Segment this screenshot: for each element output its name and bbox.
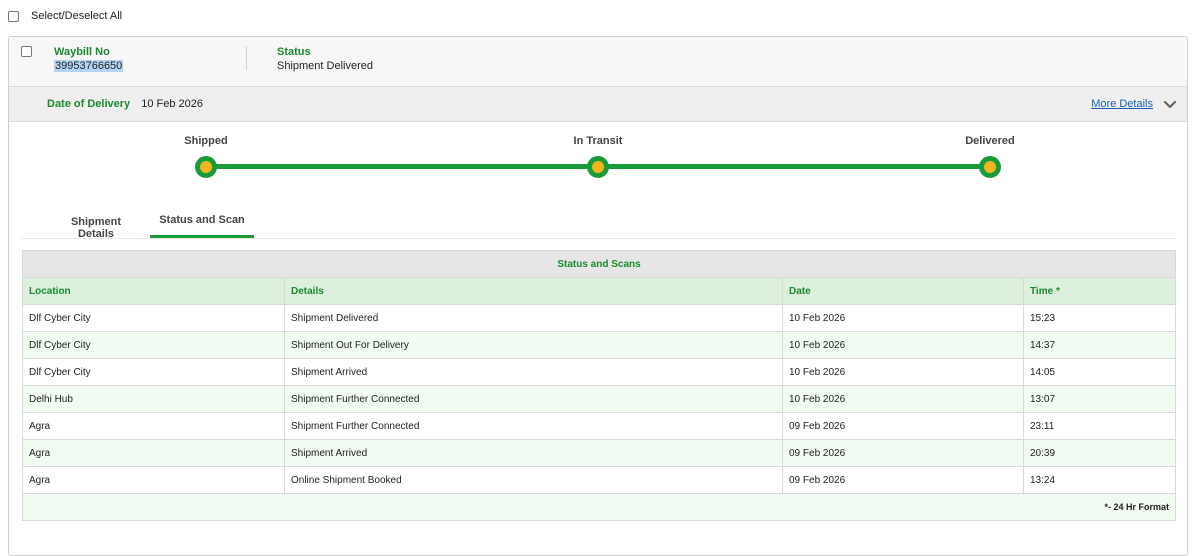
stage-in-transit: In Transit — [538, 135, 658, 178]
date-of-delivery-label: Date of Delivery — [47, 98, 131, 110]
cell-details: Shipment Further Connected — [284, 385, 783, 413]
table-row: Delhi Hub Shipment Further Connected 10 … — [22, 385, 1176, 413]
stage-dot — [195, 156, 217, 178]
cell-location: Dlf Cyber City — [22, 331, 285, 359]
chevron-down-icon[interactable] — [1163, 97, 1177, 111]
cell-time: 13:24 — [1023, 466, 1176, 494]
cell-date: 09 Feb 2026 — [782, 439, 1024, 467]
cell-location: Agra — [22, 412, 285, 440]
stage-shipped: Shipped — [146, 135, 266, 178]
column-header: Details — [284, 277, 783, 305]
cell-date: 10 Feb 2026 — [782, 358, 1024, 386]
cell-details: Shipment Further Connected — [284, 412, 783, 440]
waybill-label: Waybill No — [54, 46, 110, 58]
cell-location: Delhi Hub — [22, 385, 285, 413]
status-label: Status — [277, 46, 311, 58]
status-block: Status Shipment Delivered — [277, 46, 373, 72]
table-row: Dlf Cyber City Shipment Arrived 10 Feb 2… — [22, 358, 1176, 386]
cell-time: 15:23 — [1023, 304, 1176, 332]
cell-time: 23:11 — [1023, 412, 1176, 440]
delivery-bar: Date of Delivery 10 Feb 2026 More Detail… — [9, 86, 1187, 122]
stage-dot — [587, 156, 609, 178]
cell-location: Dlf Cyber City — [22, 304, 285, 332]
cell-details: Shipment Arrived — [284, 439, 783, 467]
table-row: Agra Online Shipment Booked 09 Feb 2026 … — [22, 466, 1176, 494]
cell-time: 20:39 — [1023, 439, 1176, 467]
cell-time: 14:37 — [1023, 331, 1176, 359]
cell-time: 14:05 — [1023, 358, 1176, 386]
column-header: Location — [22, 277, 285, 305]
cell-details: Shipment Delivered — [284, 304, 783, 332]
stage-label: Delivered — [965, 135, 1015, 147]
shipment-checkbox[interactable] — [21, 46, 32, 57]
select-all-checkbox[interactable] — [8, 10, 19, 22]
cell-details: Shipment Arrived — [284, 358, 783, 386]
shipment-card-header: Waybill No 39953766650 Status Shipment D… — [9, 37, 1187, 86]
stage-dot — [979, 156, 1001, 178]
cell-details: Shipment Out For Delivery — [284, 331, 783, 359]
cell-date: 09 Feb 2026 — [782, 412, 1024, 440]
tab-shipment-details[interactable]: Shipment Details — [52, 202, 140, 240]
progress-tracker: Shipped In Transit Delivered — [9, 123, 1187, 203]
more-details-link[interactable]: More Details — [1091, 98, 1153, 110]
shipment-card: Waybill No 39953766650 Status Shipment D… — [8, 36, 1188, 556]
column-header: Date — [782, 277, 1024, 305]
header-divider — [246, 46, 247, 70]
cell-location: Dlf Cyber City — [22, 358, 285, 386]
cell-time: 13:07 — [1023, 385, 1176, 413]
column-header: Time * — [1023, 277, 1176, 305]
table-row: Dlf Cyber City Shipment Delivered 10 Feb… — [22, 304, 1176, 332]
status-scans-table: Status and Scans Location Details Date T… — [22, 250, 1176, 521]
cell-date: 10 Feb 2026 — [782, 331, 1024, 359]
table-caption: Status and Scans — [22, 250, 1176, 278]
stage-label: In Transit — [573, 135, 623, 147]
date-of-delivery: Date of Delivery 10 Feb 2026 — [47, 98, 203, 110]
stage-label: Shipped — [184, 135, 228, 147]
tab-bar: Shipment Details Status and Scan — [22, 202, 1176, 240]
cell-date: 10 Feb 2026 — [782, 304, 1024, 332]
stage-delivered: Delivered — [930, 135, 1050, 178]
table-row: Agra Shipment Arrived 09 Feb 2026 20:39 — [22, 439, 1176, 467]
status-value: Shipment Delivered — [277, 60, 373, 72]
date-of-delivery-value: 10 Feb 2026 — [141, 98, 203, 110]
cell-date: 10 Feb 2026 — [782, 385, 1024, 413]
tab-status-and-scan[interactable]: Status and Scan — [150, 202, 254, 238]
cell-location: Agra — [22, 466, 285, 494]
cell-date: 09 Feb 2026 — [782, 466, 1024, 494]
time-format-footnote: *- 24 Hr Format — [22, 493, 1176, 521]
waybill-number[interactable]: 39953766650 — [54, 60, 124, 72]
select-all-label: Select/Deselect All — [31, 10, 123, 22]
table-row: Agra Shipment Further Connected 09 Feb 2… — [22, 412, 1176, 440]
cell-details: Online Shipment Booked — [284, 466, 783, 494]
waybill-block: Waybill No 39953766650 — [54, 46, 124, 72]
select-all-control[interactable]: Select/Deselect All — [8, 10, 122, 22]
table-row: Dlf Cyber City Shipment Out For Delivery… — [22, 331, 1176, 359]
cell-location: Agra — [22, 439, 285, 467]
